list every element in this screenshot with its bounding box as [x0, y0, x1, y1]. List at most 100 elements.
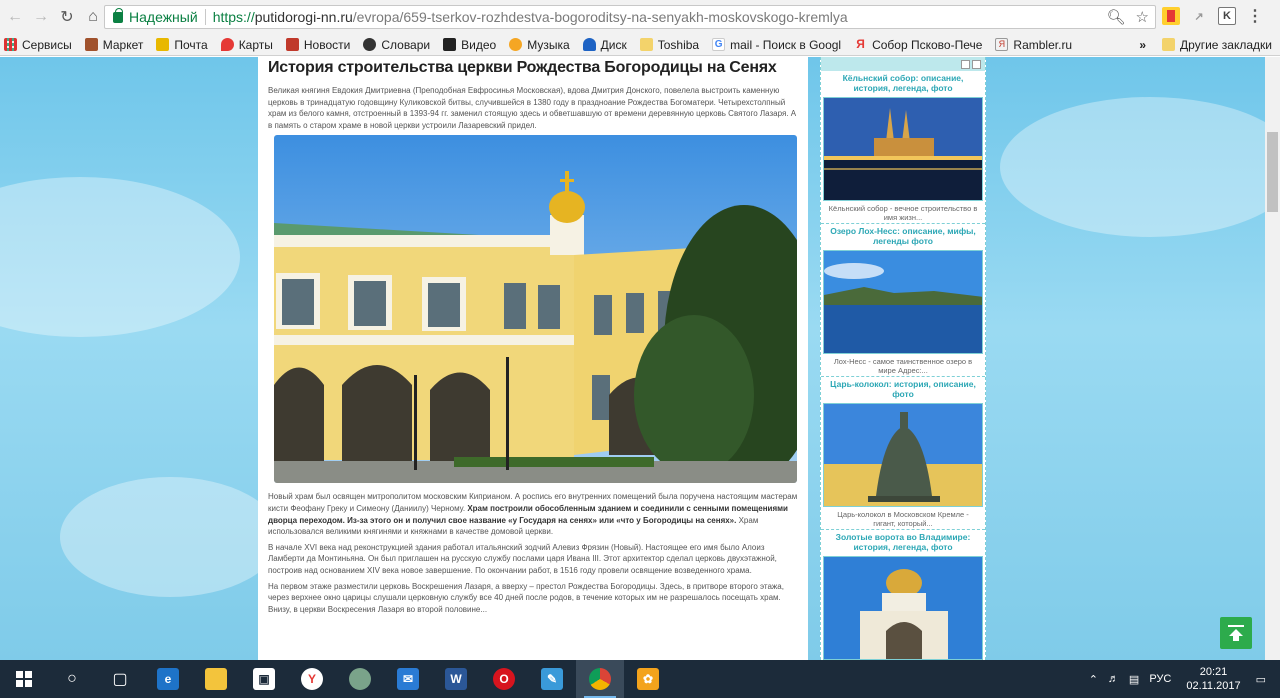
more-bookmarks-button[interactable]: » [1139, 38, 1146, 52]
bookmark-video[interactable]: Видео [443, 38, 496, 52]
url-text[interactable]: https://putidorogi-nn.ru/evropa/659-tser… [213, 9, 848, 25]
bookmark-flag-icon[interactable] [1162, 7, 1180, 25]
thumbnail-caption: Кёльнский собор - вечное строительство в… [821, 203, 985, 224]
apps-icon [4, 38, 17, 51]
bookmark-label: Диск [600, 37, 627, 52]
clock[interactable]: 20:21 02.11.2017 [1186, 665, 1240, 693]
related-link-tsar-bell[interactable]: Царь-колокол: история, описание, фото [821, 377, 985, 401]
edge-icon: e [157, 668, 179, 690]
article: История строительства церкви Рождества Б… [258, 57, 808, 660]
page-scrollbar[interactable] [1265, 57, 1280, 660]
back-button[interactable]: ← [4, 6, 26, 28]
folder-icon [1162, 38, 1176, 51]
taskbar-explorer[interactable] [192, 660, 240, 698]
extension-icon[interactable]: ↗ [1190, 7, 1208, 25]
dictionary-icon [363, 38, 377, 51]
reload-button[interactable]: ↻ [56, 6, 78, 28]
bookmark-toshiba[interactable]: Toshiba [639, 38, 699, 52]
store-icon: ▣ [253, 668, 275, 690]
address-bar[interactable]: Надежный https://putidorogi-nn.ru/evropa… [104, 5, 1156, 29]
taskbar-yandex[interactable]: Y [288, 660, 336, 698]
loch-ness-thumbnail[interactable] [823, 250, 983, 354]
home-button[interactable]: ⌂ [82, 6, 104, 28]
bookmark-google-mail[interactable]: G mail - Поиск в Googl [712, 38, 841, 52]
background-cloud [0, 177, 240, 337]
taskbar-edge[interactable]: e [144, 660, 192, 698]
forward-button[interactable]: → [30, 6, 52, 28]
bookmarks-bar: Сервисы Маркет Почта Карты Новости Слова… [0, 34, 1280, 56]
related-link-golden-gate[interactable]: Золотые ворота во Владимире: история, ле… [821, 530, 985, 554]
mail-icon: ✉ [397, 668, 419, 690]
bookmark-news[interactable]: Новости [285, 38, 350, 52]
divider [204, 9, 206, 25]
windows-taskbar: ○ ▢ e ▣ Y ✉ W O ✎ ✿ ⌃ ♬ ▤ РУС 20:21 02.1… [0, 660, 1280, 698]
bookmark-music[interactable]: Музыка [509, 37, 570, 52]
scroll-to-top-button[interactable] [1220, 617, 1252, 649]
bookmark-disk[interactable]: Диск [582, 37, 627, 52]
bookmark-sobor[interactable]: Я Собор Псково-Пече [854, 38, 982, 52]
related-link-loch-ness[interactable]: Озеро Лох-Несс: описание, мифы, легенды … [821, 224, 985, 248]
taskbar-chrome[interactable] [576, 660, 624, 698]
taskbar-word[interactable]: W [432, 660, 480, 698]
map-pin-icon [220, 38, 234, 51]
other-bookmarks-button[interactable]: Другие закладки [1180, 38, 1272, 52]
bookmark-apps[interactable]: Сервисы [4, 38, 72, 52]
tsar-bell-thumbnail[interactable] [823, 403, 983, 507]
sidebar-header [821, 57, 985, 71]
system-tray: ⌃ ♬ ▤ РУС 20:21 02.11.2017 ▭ [1084, 660, 1280, 698]
taskbar-paint[interactable]: ✎ [528, 660, 576, 698]
yandex-browser-icon: Y [301, 668, 323, 690]
search-icon: ○ [67, 670, 77, 687]
bookmark-dictionaries[interactable]: Словари [363, 38, 430, 52]
notifications-icon[interactable]: ▭ [1256, 673, 1266, 686]
cologne-cathedral-thumbnail[interactable] [823, 97, 983, 201]
start-button[interactable] [0, 660, 48, 698]
scrollbar-thumb[interactable] [1267, 132, 1278, 212]
k-extension-icon[interactable]: K [1218, 7, 1236, 25]
word-icon: W [445, 668, 467, 690]
search-button[interactable]: ○ [48, 660, 96, 698]
bookmark-label: Музыка [527, 37, 570, 52]
google-icon: G [712, 38, 726, 51]
background-cloud [60, 477, 280, 597]
taskbar-app-bug[interactable]: ✿ [624, 660, 672, 698]
yandex-icon: Я [856, 37, 865, 51]
language-indicator[interactable]: РУС [1149, 673, 1171, 685]
zoom-icon[interactable]: 🔍︎ [1107, 8, 1126, 26]
bookmark-market[interactable]: Маркет [84, 38, 143, 52]
bookmark-label: Собор Псково-Пече [872, 37, 983, 52]
bookmark-maps[interactable]: Карты [220, 37, 273, 52]
taskbar-store[interactable]: ▣ [240, 660, 288, 698]
thumbnail-caption: Царь-колокол в Московском Кремле - гиган… [821, 509, 985, 530]
taskbar-mail[interactable]: ✉ [384, 660, 432, 698]
article-paragraph: На первом этаже разместили церковь Воскр… [268, 581, 784, 614]
volume-icon[interactable]: ♬ [1108, 673, 1119, 685]
bookmark-label: Rambler.ru [1013, 37, 1073, 52]
church-photo [274, 135, 797, 484]
bookmark-label: Почта [174, 37, 208, 52]
bookmark-label: Карты [238, 37, 273, 52]
network-icon[interactable]: ▤ [1129, 673, 1139, 686]
bookmark-label: Словари [381, 37, 431, 52]
task-view-icon: ▢ [112, 671, 128, 688]
related-link-cologne[interactable]: Кёльнский собор: описание, история, леге… [821, 71, 985, 95]
golden-gate-thumbnail[interactable] [823, 556, 983, 660]
star-icon[interactable]: ☆ [1136, 8, 1149, 26]
bookmark-rambler[interactable]: Я Rambler.ru [995, 38, 1072, 52]
rambler-icon: Я [995, 38, 1009, 51]
folder-icon [639, 38, 653, 51]
url-host: putidorogi-nn.ru [254, 9, 353, 25]
bookmark-label: mail - Поиск в Googl [730, 37, 842, 52]
taskbar-opera[interactable]: O [480, 660, 528, 698]
paint-icon: ✎ [541, 668, 563, 690]
sidebar-control[interactable] [972, 59, 981, 69]
opera-icon: O [493, 668, 515, 690]
menu-icon[interactable]: ⋮ [1246, 7, 1264, 25]
tray-expand-icon[interactable]: ⌃ [1089, 673, 1098, 686]
taskbar-app[interactable] [336, 660, 384, 698]
sidebar-control[interactable] [961, 59, 970, 69]
news-icon [285, 38, 299, 51]
task-view-button[interactable]: ▢ [96, 660, 144, 698]
bookmark-mail[interactable]: Почта [156, 37, 208, 52]
bookmark-label: Видео [461, 37, 497, 52]
